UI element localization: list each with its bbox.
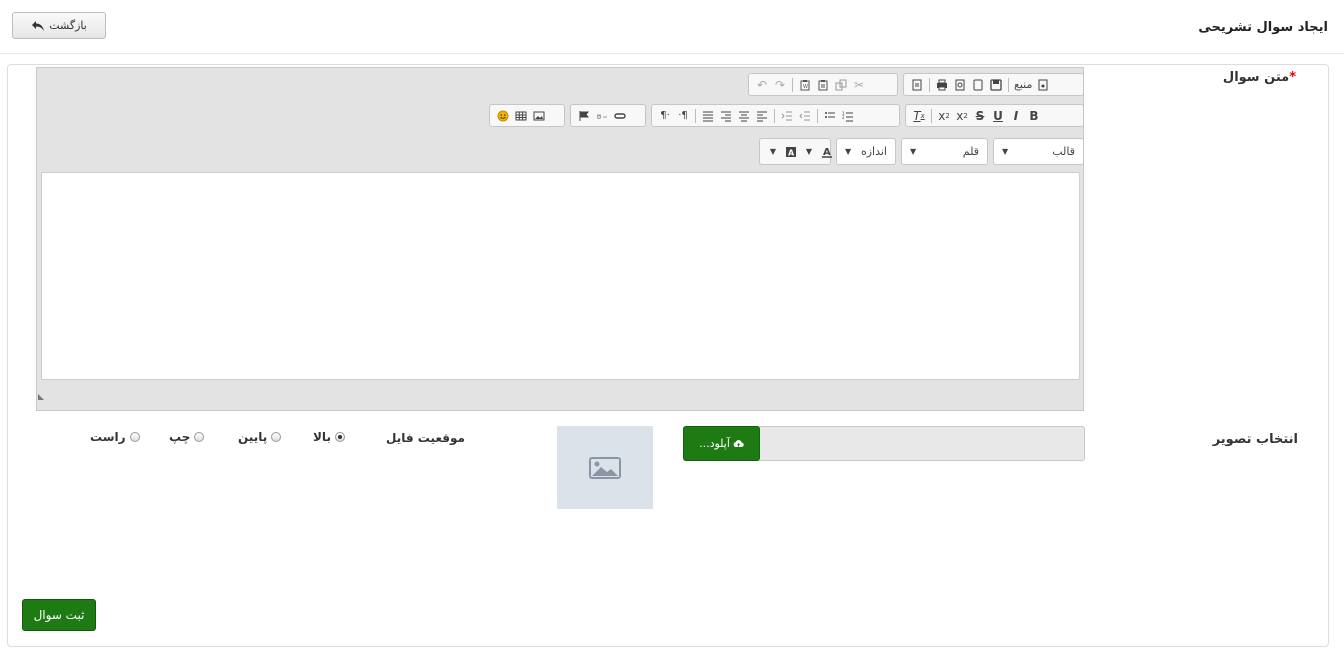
position-option-top[interactable]: بالا [313,430,345,444]
radio-top[interactable] [334,432,345,442]
bulleted-list-icon[interactable] [821,106,839,125]
toolbar-separator [792,77,793,92]
smiley-icon[interactable] [494,106,512,125]
image-select-label: انتخاب تصویر [1212,432,1298,447]
table-icon[interactable] [512,106,530,125]
format-combo[interactable]: قالب ▼ [993,138,1084,165]
svg-text:A: A [788,148,795,157]
toolbar-separator [695,108,696,123]
submit-question-button[interactable]: ثبت سوال [22,599,96,631]
upload-button-label: آپلود... [699,437,730,450]
image-icon[interactable] [530,106,548,125]
anchor-flag-icon[interactable] [575,106,593,125]
source-label: منبع [1014,78,1033,91]
toolbar-separator [929,77,930,92]
back-button[interactable]: بازگشت [12,12,106,39]
question-text-label: *متن سوال [1223,70,1296,85]
new-page-icon[interactable] [908,75,926,94]
text-color-dropdown[interactable]: ▼ [800,142,818,161]
cut-icon[interactable]: ✂ [850,75,868,94]
toolbar-separator [817,108,818,123]
preview-icon[interactable] [951,75,969,94]
page-header: ایجاد سوال تشریحی بازگشت [0,0,1344,54]
position-option-bottom[interactable]: پایین [238,430,282,444]
bold-button[interactable]: B [1025,106,1043,125]
image-placeholder-icon [589,456,621,479]
font-combo[interactable]: قلم ▼ [901,138,988,165]
justify-icon[interactable] [699,106,717,125]
toolbar-document-group: منبع [903,73,1084,96]
position-option-label: چپ [169,430,191,444]
toolbar-colors-group: ▼ A ▼ A [759,138,832,165]
chevron-down-icon: ▼ [1002,147,1009,156]
image-preview-placeholder [557,426,653,509]
size-combo[interactable]: اندازه ▼ [836,138,896,165]
italic-button[interactable]: I [1007,106,1025,125]
page: ایجاد سوال تشریحی بازگشت *متن سوال منبع … [0,0,1344,648]
save-icon[interactable] [987,75,1005,94]
toolbar-separator [1008,77,1009,92]
resize-grip-icon[interactable] [38,394,44,400]
editor-content-area[interactable] [41,172,1080,380]
text-color-icon[interactable]: A [818,142,836,161]
format-combo-label: قالب [1052,145,1075,158]
question-label-text: متن سوال [1222,70,1290,85]
align-center-icon[interactable] [735,106,753,125]
subscript-icon[interactable]: x2 [953,106,971,125]
toolbar-links-group [570,104,646,127]
back-button-label: بازگشت [49,19,87,32]
position-option-label: بالا [313,430,331,444]
toolbar-insert-group [489,104,565,127]
background-color-icon[interactable]: A [782,142,800,161]
upload-button[interactable]: آپلود... [683,426,760,461]
align-left-icon[interactable] [753,106,771,125]
paste-word-icon[interactable]: W [796,75,814,94]
font-combo-label: قلم [962,145,979,158]
redo-icon[interactable]: ↷ [771,75,789,94]
rtl-icon[interactable]: ·¶ [674,106,692,125]
link-icon[interactable] [611,106,629,125]
cloud-upload-icon [733,440,744,448]
copy-icon[interactable] [832,75,850,94]
align-right-icon[interactable] [717,106,735,125]
toolbar-separator [931,108,932,123]
toolbar-paragraph-group: ¶· ·¶ 12 [651,104,900,127]
size-combo-label: اندازه [860,145,887,158]
blank-page-icon[interactable] [969,75,987,94]
chevron-down-icon: ▼ [910,147,917,156]
radio-right[interactable] [129,432,140,442]
radio-bottom[interactable] [271,432,282,442]
ltr-icon[interactable]: ¶· [656,106,674,125]
svg-text:W: W [803,84,808,90]
remove-format-icon[interactable]: Tx [910,106,928,125]
required-mark: * [1289,70,1296,85]
radio-left[interactable] [194,432,205,442]
source-button[interactable]: منبع [1012,75,1034,94]
position-option-right[interactable]: راست [90,430,140,444]
outdent-icon[interactable] [796,106,814,125]
toolbar-clipboard-group: ↶ ↷ W ✂ [748,73,898,96]
svg-text:2: 2 [842,115,845,120]
print-icon[interactable] [933,75,951,94]
superscript-icon[interactable]: x2 [935,106,953,125]
file-position-label: موقعیت فایل [386,431,465,445]
back-arrow-icon [32,20,45,31]
unlink-icon[interactable] [593,106,611,125]
position-option-label: راست [90,430,126,444]
numbered-list-icon[interactable]: 12 [839,106,857,125]
chevron-down-icon: ▼ [845,147,852,156]
strike-button[interactable]: S [971,106,989,125]
underline-button[interactable]: U [989,106,1007,125]
position-option-label: پایین [238,430,268,444]
paste-text-icon[interactable] [814,75,832,94]
bg-color-dropdown[interactable]: ▼ [764,142,782,161]
indent-icon[interactable] [778,106,796,125]
undo-icon[interactable]: ↶ [753,75,771,94]
source-icon[interactable] [1034,75,1052,94]
position-option-left[interactable]: چپ [169,430,205,444]
toolbar-basicstyles-group: Tx x2 x2 S U I B [905,104,1084,127]
page-title: ایجاد سوال تشریحی [1198,20,1328,35]
toolbar-separator [774,108,775,123]
